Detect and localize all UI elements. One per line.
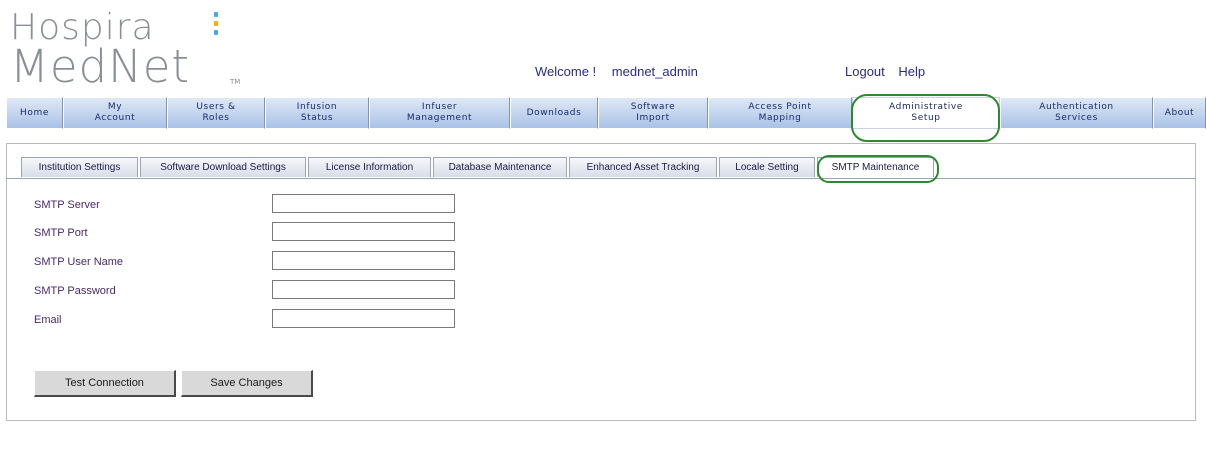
subtab-license-information[interactable]: License Information xyxy=(308,157,431,177)
nav-tab-label: Infuser Management xyxy=(406,102,473,123)
nav-tab-label: About xyxy=(1164,107,1195,118)
smtp-password-input[interactable] xyxy=(272,280,455,299)
logo-trademark: TM xyxy=(230,78,241,86)
smtp-port-label: SMTP Port xyxy=(34,227,88,239)
nav-tab-infuser-management[interactable]: Infuser Management xyxy=(369,97,510,129)
nav-tab-home[interactable]: Home xyxy=(6,97,63,129)
subtab-divider xyxy=(6,178,1196,179)
nav-tab-label: Administrative Setup xyxy=(889,102,963,123)
subtab-institution-settings[interactable]: Institution Settings xyxy=(21,157,138,177)
nav-tab-label: Users & Roles xyxy=(196,102,236,123)
nav-tab-my-account[interactable]: My Account xyxy=(63,97,167,129)
subtab-locale-setting[interactable]: Locale Setting xyxy=(719,157,815,177)
welcome-label: Welcome ! xyxy=(535,64,597,79)
nav-tab-access-point-mapping[interactable]: Access Point Mapping xyxy=(708,97,852,129)
nav-tab-label: Access Point Mapping xyxy=(748,102,812,123)
main-navigation: Home My Account Users & Roles Infusion S… xyxy=(6,97,1206,131)
email-label: Email xyxy=(34,314,62,326)
logout-link[interactable]: Logout xyxy=(845,64,885,79)
welcome-message: Welcome ! mednet_admin xyxy=(535,64,710,79)
top-links: Logout Help xyxy=(845,64,935,79)
nav-tab-label: Downloads xyxy=(526,107,582,118)
nav-tab-label: Authentication Services xyxy=(1039,102,1114,123)
subtab-database-maintenance[interactable]: Database Maintenance xyxy=(433,157,567,177)
username-label: mednet_admin xyxy=(611,64,698,79)
subtab-enhanced-asset-tracking[interactable]: Enhanced Asset Tracking xyxy=(569,157,717,177)
nav-tab-label: Home xyxy=(20,107,49,118)
smtp-server-label: SMTP Server xyxy=(34,199,100,211)
smtp-user-name-label: SMTP User Name xyxy=(34,256,124,268)
nav-tab-authentication-services[interactable]: Authentication Services xyxy=(1000,97,1153,129)
test-connection-button[interactable]: Test Connection xyxy=(34,370,176,397)
save-changes-button[interactable]: Save Changes xyxy=(181,370,313,397)
hospira-mednet-logo: Hospira MedNet TM xyxy=(10,10,270,90)
help-link[interactable]: Help xyxy=(898,64,925,79)
logo-text-mednet: MedNet xyxy=(10,40,191,93)
nav-tab-label: My Account xyxy=(94,102,136,123)
smtp-port-input[interactable] xyxy=(272,222,455,241)
nav-tab-label: Software Import xyxy=(630,102,676,123)
smtp-user-name-input[interactable] xyxy=(272,251,455,270)
subtab-software-download-settings[interactable]: Software Download Settings xyxy=(140,157,306,177)
nav-tab-about[interactable]: About xyxy=(1153,97,1206,129)
nav-tab-downloads[interactable]: Downloads xyxy=(510,97,598,129)
nav-tab-infusion-status[interactable]: Infusion Status xyxy=(265,97,369,129)
nav-tab-administrative-setup[interactable]: Administrative Setup xyxy=(852,97,1000,129)
smtp-server-input[interactable] xyxy=(272,194,455,213)
logo-dots-icon xyxy=(214,12,220,44)
subtab-smtp-maintenance[interactable]: SMTP Maintenance xyxy=(817,157,934,177)
nav-tab-users-roles[interactable]: Users & Roles xyxy=(167,97,265,129)
nav-tab-software-import[interactable]: Software Import xyxy=(598,97,708,129)
nav-tab-label: Infusion Status xyxy=(296,102,338,123)
email-input[interactable] xyxy=(272,309,455,328)
smtp-password-label: SMTP Password xyxy=(34,285,116,297)
